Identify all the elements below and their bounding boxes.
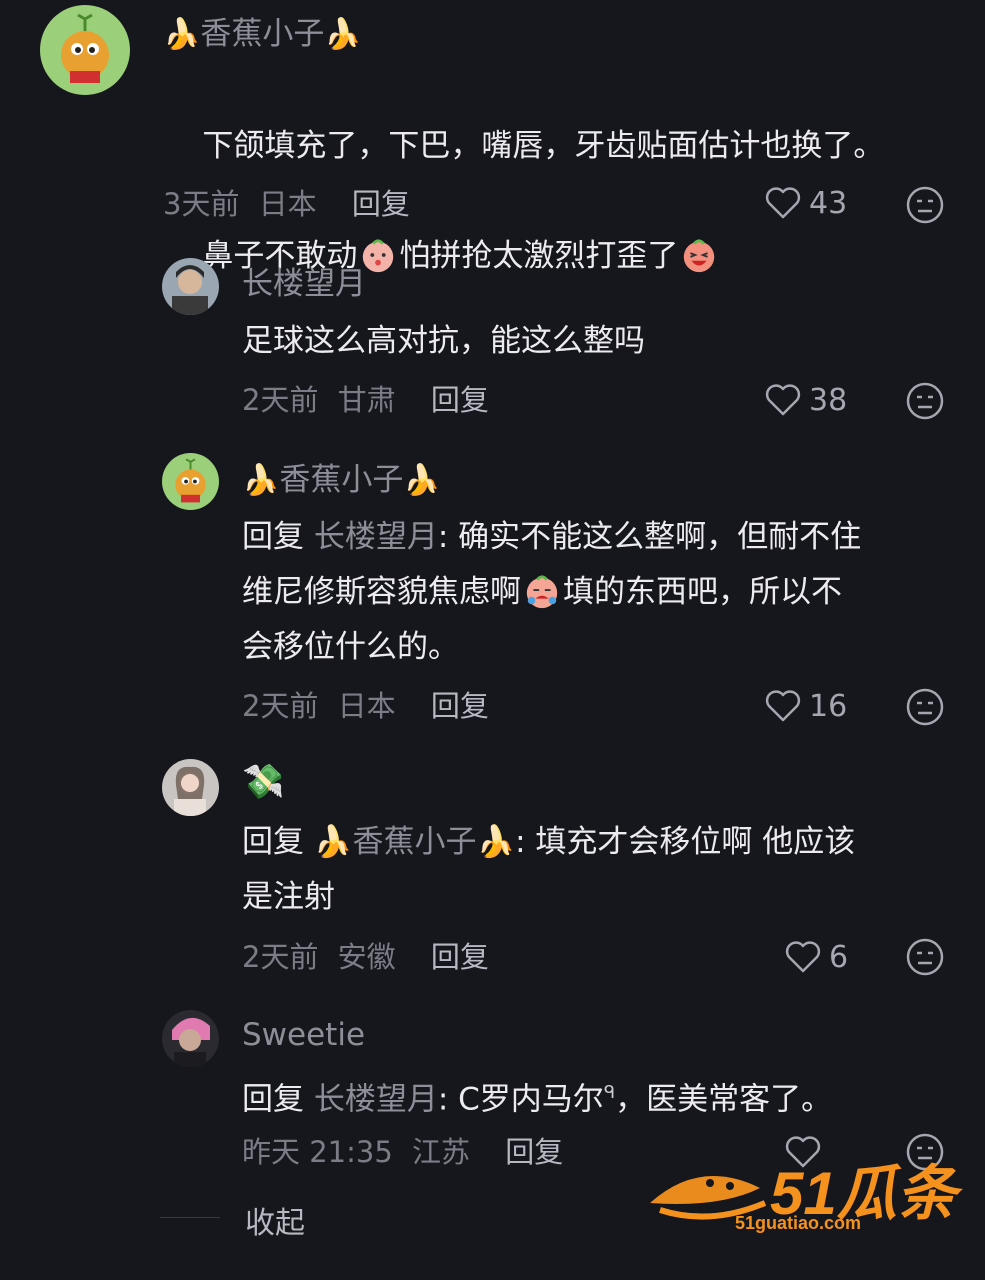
timestamp: 2天前 xyxy=(242,940,319,974)
reply-prefix: 回复 xyxy=(242,824,304,860)
comment-meta: 昨天 21:35 江苏 回复 xyxy=(242,1132,563,1172)
like-button[interactable]: 6 xyxy=(783,937,848,977)
comment-line: 填的东西吧，所以不 xyxy=(563,574,842,610)
dislike-face-icon[interactable] xyxy=(905,687,945,727)
avatar-portrait-icon xyxy=(162,1010,219,1067)
heart-icon xyxy=(765,187,801,219)
username[interactable]: 🍌香蕉小子🍌 xyxy=(242,460,441,501)
timestamp: 3天前 xyxy=(163,187,240,221)
location: 江苏 xyxy=(412,1135,471,1169)
timestamp: 2天前 xyxy=(242,689,319,723)
heart-icon xyxy=(765,690,801,722)
banana-icon: 🍌 xyxy=(163,17,201,52)
like-button[interactable]: 16 xyxy=(763,686,847,726)
reply-prefix: 回复 xyxy=(242,519,304,555)
reply-prefix: 回复 xyxy=(242,1081,304,1118)
heart-icon xyxy=(785,941,821,973)
like-button[interactable]: 38 xyxy=(763,380,847,420)
reply-button[interactable]: 回复 xyxy=(431,940,489,974)
comment-text: 回复 🍌香蕉小子🍌: 填充才会移位啊 他应该 是注射 xyxy=(242,815,952,925)
comment-line: ，医美常客了。 xyxy=(615,1081,833,1118)
avatar[interactable] xyxy=(162,453,219,510)
avatar[interactable] xyxy=(162,759,219,816)
banana-icon: 🍌 xyxy=(476,824,516,860)
laughing-face-emoji-icon xyxy=(684,239,715,273)
comment-meta: 2天前 甘肃 回复 xyxy=(242,380,489,420)
search-link-icon[interactable]: ᑫ xyxy=(604,1082,615,1103)
username[interactable]: 💸 xyxy=(242,762,284,802)
comment-text: 回复 长楼望月: 确实不能这么整啊，但耐不住维尼修斯容貌焦虑啊 填的东西吧，所以不… xyxy=(242,510,952,675)
watermark-url: 51guatiao.com xyxy=(735,1213,862,1233)
like-button[interactable]: 43 xyxy=(763,183,847,223)
avatar-cartoon-icon xyxy=(40,5,130,95)
location: 日本 xyxy=(337,689,396,723)
comment-text: 足球这么高对抗，能这么整吗 xyxy=(242,323,645,359)
comment-line: 是注射 xyxy=(242,879,335,915)
dislike-face-icon[interactable] xyxy=(905,381,945,421)
reply-target-user[interactable]: 🍌香蕉小子🍌 xyxy=(314,824,515,860)
username-text: 香蕉小子 xyxy=(200,16,325,52)
dislike-face-icon[interactable] xyxy=(905,185,945,225)
username[interactable]: 🍌香蕉小子🍌 xyxy=(163,14,362,55)
like-count: 38 xyxy=(809,382,848,418)
timestamp: 昨天 21:35 xyxy=(242,1135,393,1169)
divider xyxy=(160,1217,220,1218)
banana-icon: 🍌 xyxy=(403,463,441,498)
comment-line: 下颌填充了，下巴，嘴唇，牙齿贴面估计也换了。 xyxy=(202,128,885,164)
avatar[interactable] xyxy=(162,1010,219,1067)
like-count: 43 xyxy=(809,185,848,221)
comment-line: : 填充才会移位啊 他应该 xyxy=(515,824,856,860)
avatar[interactable] xyxy=(40,5,130,95)
comment-text: 回复 长楼望月: C罗内马尔ᑫ，医美常客了。 xyxy=(242,1065,952,1127)
location: 安徽 xyxy=(337,940,396,974)
username-text: 香蕉小子 xyxy=(279,462,404,498)
reply-button[interactable]: 回复 xyxy=(505,1135,563,1169)
comment-line: : C罗内马尔 xyxy=(437,1081,604,1118)
username[interactable]: 长楼望月 xyxy=(242,264,366,304)
username[interactable]: Sweetie xyxy=(242,1015,365,1055)
avatar[interactable] xyxy=(162,258,219,315)
comment-meta: 2天前 日本 回复 xyxy=(242,686,489,726)
location: 甘肃 xyxy=(337,383,396,417)
collapse-replies-button[interactable]: 收起 xyxy=(245,1198,305,1242)
heart-icon xyxy=(765,384,801,416)
reply-target-name: 香蕉小子 xyxy=(352,824,477,860)
location: 日本 xyxy=(258,187,317,221)
like-count: 6 xyxy=(829,939,849,975)
banana-icon: 🍌 xyxy=(313,824,353,860)
reply-button[interactable]: 回复 xyxy=(431,689,489,723)
timestamp: 2天前 xyxy=(242,383,319,417)
reply-target-user[interactable]: 长楼望月 xyxy=(314,1081,438,1117)
banana-icon: 🍌 xyxy=(324,17,362,52)
avatar-cartoon-icon xyxy=(162,453,219,510)
avatar-portrait-icon xyxy=(162,258,219,315)
comment-line: 维尼修斯容貌焦虑啊 xyxy=(242,574,521,610)
comment-line: 怕拼抢太激烈打歪了 xyxy=(399,238,679,274)
dislike-face-icon[interactable] xyxy=(905,937,945,977)
avatar-portrait-icon xyxy=(162,759,219,816)
banana-icon: 🍌 xyxy=(242,463,280,498)
comment-line: : 确实不能这么整啊，但耐不住 xyxy=(437,519,862,555)
reply-target-user[interactable]: 长楼望月 xyxy=(314,519,438,555)
comment-line: 会移位什么的。 xyxy=(242,629,459,665)
comment-meta: 2天前 安徽 回复 xyxy=(242,937,489,977)
reply-button[interactable]: 回复 xyxy=(352,187,410,221)
reply-button[interactable]: 回复 xyxy=(431,383,489,417)
crying-face-emoji-icon xyxy=(526,575,558,609)
like-count: 16 xyxy=(809,688,848,724)
comment-meta: 3天前 日本 回复 xyxy=(163,184,410,224)
